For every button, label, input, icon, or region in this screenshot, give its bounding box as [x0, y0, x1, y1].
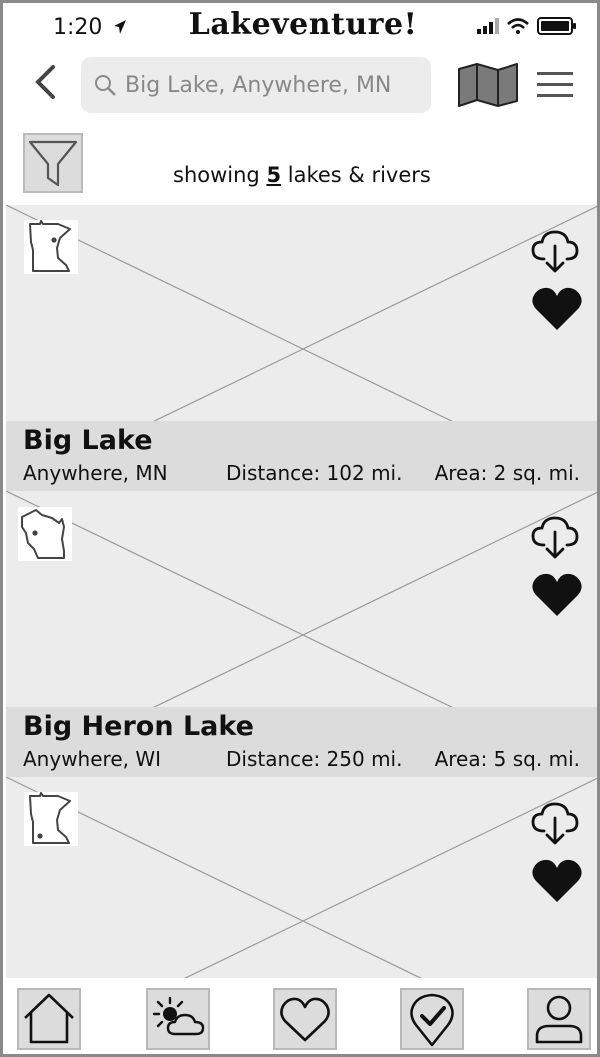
tab-profile[interactable] [527, 988, 591, 1050]
status-bar: 1:20 Lakeventure! [3, 3, 597, 55]
favorite-button[interactable] [530, 857, 584, 905]
lake-area: Area: 5 sq. mi. [434, 747, 580, 771]
cloud-download-icon [531, 516, 579, 559]
download-button[interactable] [530, 801, 580, 847]
heart-icon [532, 287, 582, 330]
tab-favorites[interactable] [273, 988, 337, 1050]
status-indicators [477, 17, 577, 39]
weather-icon [152, 996, 205, 1036]
checked-location-icon [410, 993, 454, 1047]
lake-location: Anywhere, WI [23, 747, 162, 771]
map-view-button[interactable] [457, 63, 519, 107]
tab-weather[interactable] [146, 988, 210, 1050]
battery-icon [537, 17, 577, 39]
wifi-icon [507, 18, 529, 38]
results-prefix: showing [173, 163, 260, 187]
tab-visited[interactable] [400, 988, 464, 1050]
minnesota-icon [24, 220, 78, 274]
results-suffix: lakes & rivers [287, 163, 431, 187]
lake-list: Big Lake Anywhere, MN Distance: 102 mi. … [6, 205, 597, 978]
folded-map-icon [458, 63, 518, 107]
lake-card[interactable] [6, 777, 597, 978]
filter-button[interactable] [23, 133, 83, 193]
bottom-tab-bar [6, 978, 597, 1054]
wisconsin-icon [18, 507, 72, 561]
lake-location: Anywhere, MN [23, 461, 168, 485]
tab-home[interactable] [17, 988, 81, 1050]
minnesota-icon [24, 792, 78, 846]
heart-icon [532, 573, 582, 616]
menu-button[interactable] [535, 69, 575, 101]
results-count: showing 5 lakes & rivers [173, 163, 431, 187]
download-button[interactable] [530, 515, 580, 561]
home-icon [24, 993, 74, 1044]
lake-area: Area: 2 sq. mi. [434, 461, 580, 485]
signal-icon [477, 18, 499, 38]
cloud-download-icon [531, 230, 579, 273]
search-bar[interactable] [81, 57, 431, 113]
search-input[interactable] [125, 65, 423, 105]
favorite-button[interactable] [530, 285, 584, 333]
chevron-left-icon [35, 65, 55, 99]
profile-icon [535, 995, 583, 1044]
heart-icon [532, 859, 582, 902]
lake-card[interactable]: Big Heron Lake Anywhere, WI Distance: 25… [6, 491, 597, 779]
favorite-button[interactable] [530, 571, 584, 619]
results-number: 5 [266, 163, 282, 187]
hamburger-icon [537, 72, 573, 97]
lake-name: Big Heron Lake [23, 711, 254, 742]
lake-distance: Distance: 102 mi. [226, 461, 403, 485]
back-button[interactable] [29, 61, 61, 103]
lake-info: Big Heron Lake Anywhere, WI Distance: 25… [6, 707, 597, 777]
lake-info: Big Lake Anywhere, MN Distance: 102 mi. … [6, 421, 597, 491]
lake-distance: Distance: 250 mi. [226, 747, 403, 771]
search-icon [93, 73, 117, 101]
heart-outline-icon [280, 997, 330, 1042]
lake-card[interactable]: Big Lake Anywhere, MN Distance: 102 mi. … [6, 205, 597, 493]
image-placeholder [6, 777, 597, 978]
funnel-icon [28, 140, 78, 187]
lake-name: Big Lake [23, 425, 153, 456]
phone-frame: 1:20 Lakeventure! Big Lake, Anywhere, MN… [0, 0, 600, 1057]
cloud-download-icon [531, 802, 579, 845]
download-button[interactable] [530, 229, 580, 275]
